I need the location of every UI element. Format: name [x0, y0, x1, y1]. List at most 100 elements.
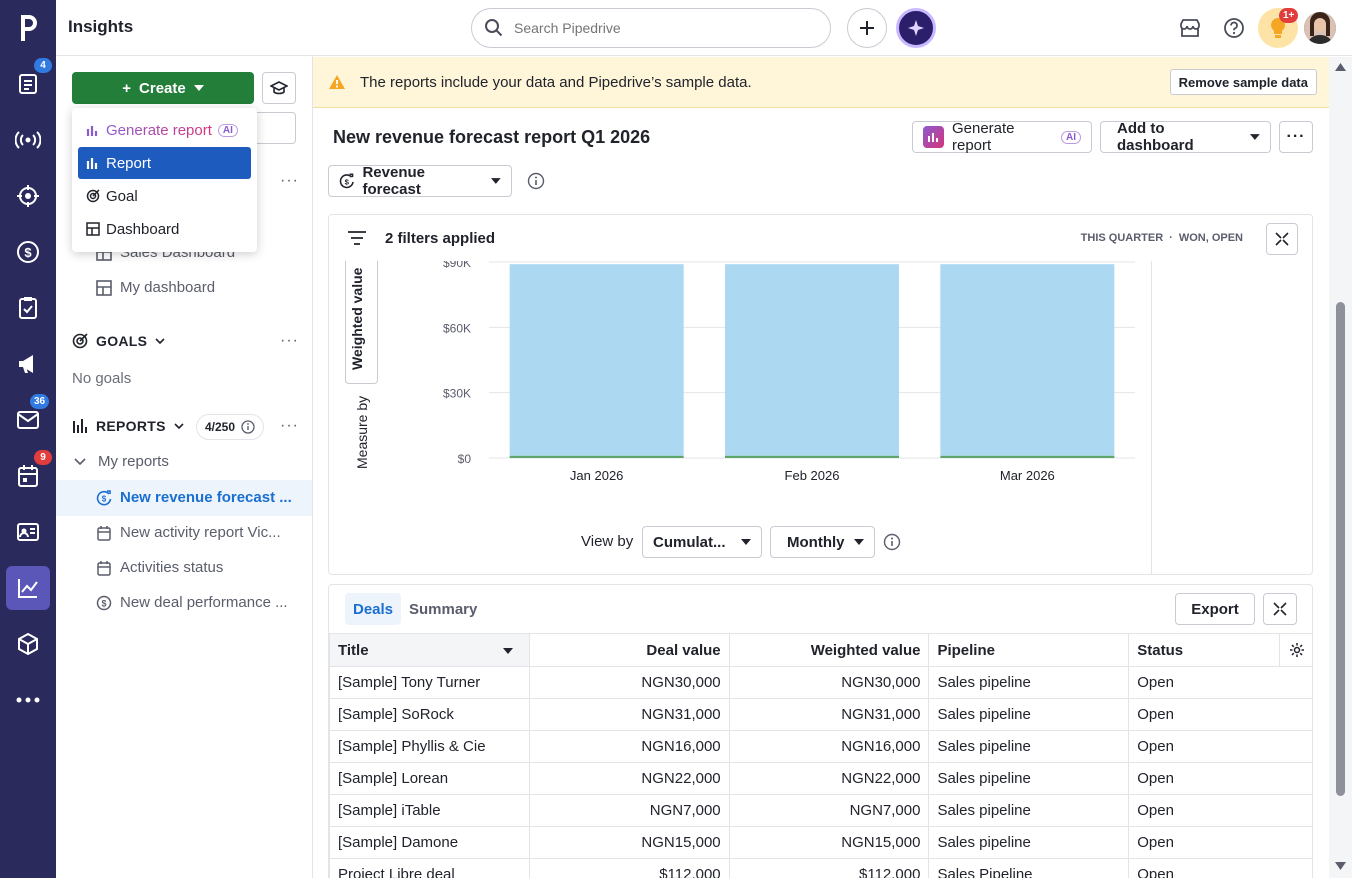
cell-title[interactable]: Project Libre deal — [329, 858, 530, 878]
calendar-icon — [97, 560, 111, 576]
cell-weighted-value: NGN15,000 — [728, 826, 930, 859]
ai-chart-icon — [86, 126, 98, 136]
menu-item-dashboard[interactable]: Dashboard — [78, 213, 251, 245]
campaigns-megaphone-icon[interactable] — [14, 350, 42, 378]
remove-sample-data-button[interactable]: Remove sample data — [1169, 69, 1317, 95]
scroll-thumb[interactable] — [1336, 302, 1345, 796]
more-options-button[interactable]: ··· — [1279, 121, 1313, 153]
goals-more-icon[interactable]: ··· — [280, 332, 299, 350]
export-button[interactable]: Export — [1175, 593, 1255, 625]
forecast-chart: $0$30K$60K$90KJan 2026 Feb 2026 Mar 2026 — [443, 256, 1135, 483]
cell-title[interactable]: [Sample] iTable — [329, 794, 530, 827]
more-icon[interactable] — [14, 686, 42, 714]
table-row[interactable]: Project Libre deal $112,000 $112,000 Sales … — [329, 858, 1312, 878]
create-button[interactable]: + Create — [72, 72, 254, 104]
cell-pipeline: Sales pipeline — [928, 762, 1130, 795]
search-bar[interactable] — [471, 8, 831, 48]
generate-report-button[interactable]: Generate report AI — [912, 120, 1092, 154]
banner-text: The reports include your data and Pipedr… — [360, 73, 752, 91]
cell-deal-value: NGN7,000 — [528, 794, 730, 827]
cell-deal-value: NGN15,000 — [528, 826, 730, 859]
chart-bar — [725, 264, 899, 456]
leads-badge: 4 — [34, 58, 52, 73]
dashboards-more-icon[interactable]: ··· — [280, 172, 299, 190]
tab-summary[interactable]: Summary — [409, 593, 477, 625]
goal-icon — [86, 189, 100, 203]
table-row[interactable]: [Sample] Damone NGN15,000 NGN15,000 Sales p… — [329, 826, 1312, 859]
y-tick-label: $60K — [443, 321, 471, 335]
reports-section-header[interactable]: REPORTS — [72, 418, 184, 434]
cell-weighted-value: NGN31,000 — [728, 698, 930, 731]
cell-title[interactable]: [Sample] Phyllis & Cie — [329, 730, 530, 763]
menu-item-goal[interactable]: Goal — [78, 180, 251, 212]
cell-weighted-value: $112,000 — [728, 858, 930, 878]
table-row[interactable]: [Sample] Tony Turner NGN30,000 NGN30,000 Sa… — [329, 666, 1312, 699]
marketplace-store-icon[interactable] — [1170, 8, 1210, 48]
add-to-dashboard-button[interactable]: Add to dashboard — [1100, 120, 1271, 154]
menu-item-report[interactable]: Report — [78, 147, 251, 179]
sidebar-item-dashboard[interactable]: My dashboard — [96, 279, 215, 296]
collapse-filters-button[interactable] — [1266, 223, 1298, 255]
table-row[interactable]: [Sample] Phyllis & Cie NGN16,000 NGN16,000… — [329, 730, 1312, 763]
pipedrive-logo-icon[interactable] — [12, 12, 44, 44]
dashboard-icon — [86, 222, 100, 236]
cell-weighted-value: NGN22,000 — [728, 762, 930, 795]
leads-inbox-icon[interactable] — [14, 70, 42, 98]
cell-title[interactable]: [Sample] Damone — [329, 826, 530, 859]
column-header-weighted-value[interactable]: Weighted value — [728, 633, 930, 667]
menu-item-generate-report[interactable]: Generate report AI — [78, 114, 251, 146]
bar-chart-icon — [86, 158, 98, 169]
ai-tag: AI — [217, 123, 238, 137]
search-input[interactable] — [514, 20, 814, 36]
filters-applied-label[interactable]: 2 filters applied — [385, 230, 495, 247]
target-icon[interactable] — [14, 182, 42, 210]
sidebar-report-item[interactable]: Activities status — [96, 559, 223, 576]
insights-chart-icon[interactable] — [14, 574, 42, 602]
reports-more-icon[interactable]: ··· — [280, 417, 299, 435]
mail-icon[interactable] — [14, 406, 42, 434]
report-title: New revenue forecast report Q1 2026 — [333, 127, 651, 147]
activities-check-icon[interactable] — [14, 294, 42, 322]
view-by-interval-select[interactable]: Monthly — [770, 526, 875, 558]
collapse-table-button[interactable] — [1263, 593, 1297, 625]
sidebar-report-item[interactable]: $ New revenue forecast ... — [96, 489, 292, 506]
cell-pipeline: Sales pipeline — [928, 698, 1130, 731]
column-header-status[interactable]: Status — [1128, 633, 1281, 667]
broadcast-icon[interactable] — [14, 126, 42, 154]
page-scrollbar[interactable] — [1329, 57, 1352, 878]
help-icon[interactable] — [1214, 8, 1254, 48]
column-header-title[interactable]: Title — [329, 633, 530, 667]
cell-title[interactable]: [Sample] Tony Turner — [329, 666, 530, 699]
cell-deal-value: $112,000 — [528, 858, 730, 878]
add-dashboard-label: Add to dashboard — [1117, 120, 1194, 154]
quick-add-button[interactable] — [847, 8, 887, 48]
tab-deals[interactable]: Deals — [345, 593, 402, 625]
plus-icon: + — [122, 79, 132, 97]
info-icon[interactable] — [527, 172, 545, 190]
contacts-card-icon[interactable] — [14, 518, 42, 546]
table-row[interactable]: [Sample] SoRock NGN31,000 NGN31,000 Sales p… — [329, 698, 1312, 731]
products-box-icon[interactable] — [14, 630, 42, 658]
mail-badge: 36 — [30, 394, 50, 409]
deals-dollar-icon[interactable]: $ — [14, 238, 42, 266]
column-header-deal-value[interactable]: Deal value — [528, 633, 730, 667]
cell-title[interactable]: [Sample] SoRock — [329, 698, 530, 731]
calendar-icon[interactable] — [14, 462, 42, 490]
column-header-pipeline[interactable]: Pipeline — [928, 633, 1130, 667]
view-by-cumulative-select[interactable]: Cumulat... — [642, 526, 762, 558]
sidebar-report-item[interactable]: $ New deal performance ... — [96, 594, 288, 611]
cell-title[interactable]: [Sample] Lorean — [329, 762, 530, 795]
goals-section-header[interactable]: GOALS — [72, 333, 165, 349]
user-avatar[interactable] — [1304, 12, 1336, 44]
report-type-select[interactable]: $ Revenue forecast — [328, 164, 512, 198]
my-reports-folder[interactable]: My reports — [74, 453, 169, 470]
info-icon[interactable] — [883, 533, 901, 551]
sidebar-report-item[interactable]: New activity report Vic... — [96, 524, 281, 541]
ai-assistant-button[interactable] — [896, 8, 936, 48]
academy-button[interactable] — [262, 72, 296, 104]
table-row[interactable]: [Sample] iTable NGN7,000 NGN7,000 Sales pip… — [329, 794, 1312, 827]
chart-bar-base — [509, 455, 684, 458]
table-row[interactable]: [Sample] Lorean NGN22,000 NGN22,000 Sales p… — [329, 762, 1312, 795]
table-settings-button[interactable] — [1279, 633, 1312, 667]
cell-status: Open — [1128, 666, 1312, 699]
